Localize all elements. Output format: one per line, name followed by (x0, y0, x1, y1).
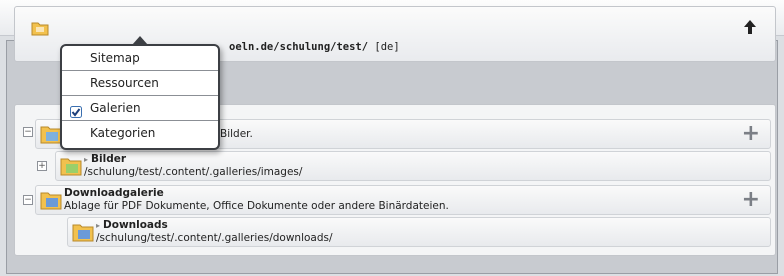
add-icon[interactable]: + (742, 123, 760, 145)
locale-label: [de] (374, 41, 400, 53)
list-item[interactable]: ▸ Bilder /schulung/test/.content/.galleri… (55, 151, 771, 181)
path-value: oeln.de/schulung/test/ (229, 41, 369, 53)
folder-icon (31, 20, 49, 39)
gallery-folder-icon (40, 123, 62, 148)
menu-caret (132, 36, 148, 45)
menu-item-label: Kategorien (90, 126, 156, 140)
download-folder-icon (40, 189, 62, 214)
collapse-toggle[interactable]: − (23, 195, 33, 205)
list-item-path: /schulung/test/.content/.galleries/image… (84, 166, 303, 178)
menu-item-ressourcen[interactable]: Ressourcen (62, 71, 218, 96)
image-folder-icon (60, 155, 82, 180)
menu-item-label: Ressourcen (90, 76, 159, 90)
list-item-description: Bilder. (220, 128, 253, 140)
add-icon[interactable]: + (742, 189, 760, 211)
menu-item-galerien[interactable]: Galerien (62, 96, 218, 121)
download-folder-icon (72, 221, 94, 246)
gallery-name: Downloads (103, 219, 168, 231)
list-item-title: ▸ Bilder (84, 153, 127, 165)
menu-item-kategorien[interactable]: Kategorien (62, 121, 218, 146)
expand-toggle[interactable]: + (37, 161, 47, 171)
path-label: oeln.de/schulung/test/ [de] (229, 41, 400, 53)
collapse-toggle[interactable]: − (23, 127, 33, 137)
list-item-path: /schulung/test/.content/.galleries/downl… (96, 232, 333, 244)
menu-item-label: Galerien (90, 101, 141, 115)
gallery-name: Bilder (91, 153, 127, 165)
list-item-title: ▸ Downloads (96, 219, 168, 231)
list-item[interactable]: Downloadgalerie Ablage für PDF Dokumente… (35, 185, 771, 215)
menu-item-label: Sitemap (90, 51, 140, 65)
menu-item-sitemap[interactable]: Sitemap (62, 46, 218, 71)
list-item[interactable]: ▸ Downloads /schulung/test/.content/.gall… (67, 217, 771, 247)
list-item-description: Ablage für PDF Dokumente, Office Dokumen… (64, 200, 449, 212)
up-arrow-icon[interactable] (743, 19, 757, 35)
view-menu: Sitemap Ressourcen Galerien Kategorien (60, 44, 220, 150)
list-item-title: Downloadgalerie (64, 187, 164, 199)
